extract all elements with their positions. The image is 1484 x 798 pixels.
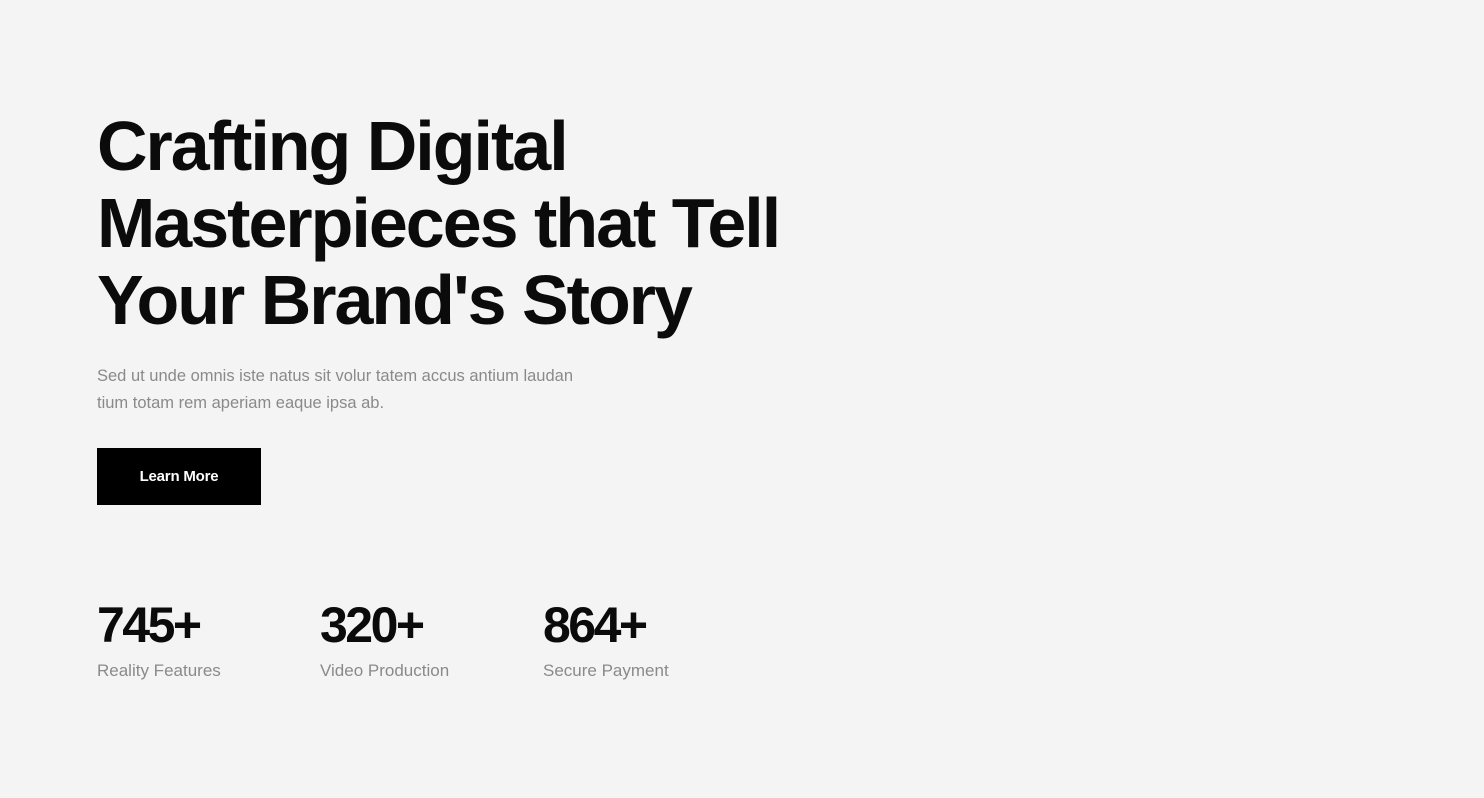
stat-item-secure-payment: 864+ Secure Payment [543,597,669,682]
stat-label: Video Production [320,661,450,680]
hero-description-line: tium totam rem aperiam eaque ipsa ab. [97,394,385,412]
stat-label: Secure Payment [543,661,669,680]
stat-value: 320+ [320,597,425,653]
stat-label: Reality Features [97,661,221,680]
hero-title-line: Masterpieces that Tell [97,184,781,262]
stat-item-video-production: 320+ Video Production [320,597,449,682]
stat-value: 864+ [543,597,648,653]
hero-section: Crafting Digital Masterpieces that Tell … [97,108,857,417]
hero-title-line: Your Brand's Story [97,261,693,339]
hero-description: Sed ut unde omnis iste natus sit volur t… [97,363,637,417]
stat-value: 745+ [97,597,202,653]
stat-item-reality-features: 745+ Reality Features [97,597,221,682]
learn-more-button[interactable]: Learn More [97,448,261,505]
hero-title: Crafting Digital Masterpieces that Tell … [97,108,857,339]
hero-description-line: Sed ut unde omnis iste natus sit volur t… [97,367,574,385]
hero-title-line: Crafting Digital [97,107,569,185]
